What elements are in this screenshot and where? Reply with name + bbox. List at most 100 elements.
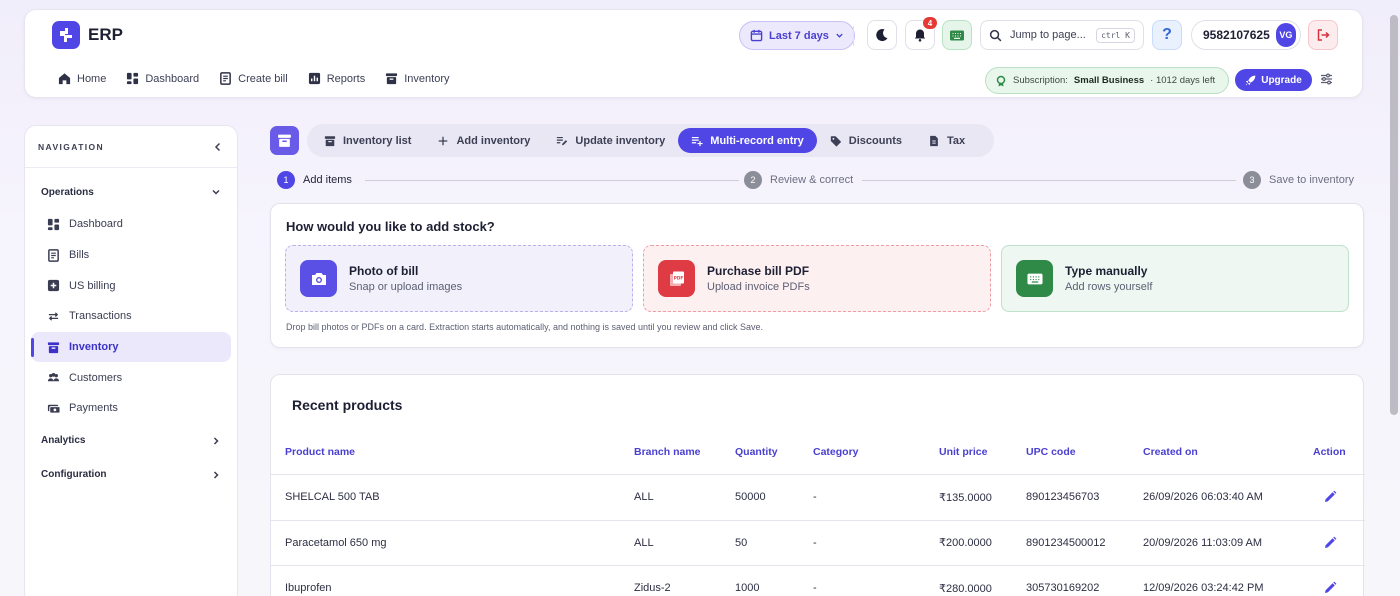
payments-icon (47, 402, 60, 415)
upgrade-button[interactable]: Upgrade (1235, 69, 1312, 91)
upgrade-label: Upgrade (1261, 74, 1302, 86)
step-label: Add items (303, 174, 352, 186)
column-header[interactable]: Quantity (735, 430, 778, 474)
pencil-icon (1322, 489, 1338, 505)
cell-unit-price: ₹280.0000 (939, 582, 992, 595)
sidebar-item-label: US billing (69, 279, 116, 292)
sidebar-title: NAVIGATION (38, 141, 105, 152)
keyboard-icon (1016, 260, 1053, 297)
recent-products-card: Recent products Product name Branch name… (270, 374, 1365, 596)
settings-sliders-icon[interactable] (1320, 73, 1333, 85)
sidebar-item-customers[interactable]: Customers (31, 362, 231, 393)
top-header: ERP Home Dashboard Create bill Reports I… (24, 9, 1363, 98)
help-button[interactable]: ? (1152, 20, 1182, 50)
sidebar-section-configuration[interactable]: Configuration (25, 458, 237, 492)
home-icon (58, 72, 71, 85)
sidebar-item-payments[interactable]: Payments (31, 393, 231, 424)
edit-list-icon (556, 135, 568, 147)
sidebar-section-analytics[interactable]: Analytics (25, 424, 237, 458)
step-number: 1 (277, 171, 295, 189)
tab-discounts[interactable]: Discounts (817, 128, 915, 153)
option-subtitle: Snap or upload images (349, 281, 463, 293)
sidebar-item-us-billing[interactable]: US billing (31, 270, 231, 301)
pencil-icon (1322, 535, 1338, 551)
app-logo[interactable]: ERP (52, 21, 123, 49)
edit-row-button[interactable] (1322, 521, 1338, 566)
nav-home[interactable]: Home (58, 72, 106, 85)
pdf-icon: PDF (658, 260, 695, 297)
notifications-button[interactable]: 4 (905, 17, 937, 50)
photo-of-bill-dropzone[interactable]: Photo of bill Snap or upload images (285, 245, 633, 312)
calendar-icon (750, 29, 763, 42)
table-header-row: Product name Branch name Quantity Catego… (271, 430, 1365, 475)
user-menu[interactable]: 9582107625 VG (1191, 20, 1301, 50)
step-review-correct[interactable]: 2 Review & correct (744, 171, 853, 189)
table-row: Paracetamol 650 mg ALL 50 - ₹200.0000 89… (271, 521, 1365, 566)
plus-box-icon (47, 279, 60, 292)
step-number: 2 (744, 171, 762, 189)
add-stock-hint: Drop bill photos or PDFs on a card. Extr… (286, 322, 764, 332)
subscription-plan: Small Business (1073, 75, 1145, 86)
svg-text:PDF: PDF (673, 275, 683, 280)
nav-create-bill[interactable]: Create bill (219, 72, 288, 85)
column-header[interactable]: Branch name (634, 430, 701, 474)
moon-icon (875, 28, 889, 42)
theme-toggle-button[interactable] (867, 20, 897, 50)
sidebar-item-label: Bills (69, 249, 90, 262)
playlist-add-icon (691, 135, 703, 147)
inventory-icon (385, 72, 398, 85)
collapse-sidebar-icon[interactable] (213, 142, 223, 152)
sidebar-item-label: Inventory (69, 341, 119, 354)
step-save-to-inventory[interactable]: 3 Save to inventory (1243, 171, 1354, 189)
tab-tax[interactable]: Tax (915, 128, 978, 153)
step-connector (862, 180, 1236, 181)
header-divider (853, 26, 854, 46)
table-row: Ibuprofen Zidus-2 1000 - ₹280.0000 30573… (271, 566, 1365, 596)
tab-multi-record-entry[interactable]: Multi-record entry (678, 128, 817, 153)
nav-create-bill-label: Create bill (238, 72, 288, 85)
sidebar-item-dashboard[interactable]: Dashboard (31, 209, 231, 240)
cell-quantity: 50000 (735, 491, 766, 504)
type-manually-option[interactable]: Type manually Add rows yourself (1001, 245, 1349, 312)
sidebar-item-bills[interactable]: Bills (31, 240, 231, 271)
tab-add-inventory[interactable]: Add inventory (424, 128, 543, 153)
edit-row-button[interactable] (1322, 566, 1338, 596)
tab-inventory-list[interactable]: Inventory list (311, 128, 424, 153)
cell-unit-price: ₹135.0000 (939, 491, 992, 504)
dashboard-icon (126, 72, 139, 85)
page-scrollbar[interactable] (1390, 15, 1398, 415)
jump-to-page-search[interactable]: Jump to page... ctrl K (980, 20, 1144, 50)
edit-row-button[interactable] (1322, 475, 1338, 520)
tab-update-inventory[interactable]: Update inventory (543, 128, 678, 153)
column-header[interactable]: Category (813, 430, 859, 474)
sidebar-item-transactions[interactable]: Transactions (31, 301, 231, 332)
nav-dashboard[interactable]: Dashboard (126, 72, 199, 85)
chevron-right-icon (211, 470, 221, 480)
column-header[interactable]: Product name (285, 430, 355, 474)
inventory-icon (324, 135, 336, 147)
column-header[interactable]: Unit price (939, 430, 987, 474)
date-range-selector[interactable]: Last 7 days (739, 21, 855, 50)
cell-product-name: SHELCAL 500 TAB (285, 491, 380, 504)
sidebar-section-operations[interactable]: Operations (25, 175, 237, 209)
purchase-bill-pdf-dropzone[interactable]: PDF Purchase bill PDF Upload invoice PDF… (643, 245, 991, 312)
badge-icon (995, 75, 1007, 87)
column-header[interactable]: UPC code (1026, 430, 1076, 474)
nav-reports[interactable]: Reports (308, 72, 365, 85)
nav-inventory[interactable]: Inventory (385, 72, 449, 85)
sidebar-item-inventory[interactable]: Inventory (31, 331, 231, 363)
cell-upc-code: 8901234500012 (1026, 536, 1106, 549)
cell-product-name: Paracetamol 650 mg (285, 536, 387, 549)
cell-upc-code: 305730169202 (1026, 582, 1100, 595)
option-title: Photo of bill (349, 264, 419, 278)
step-add-items[interactable]: 1 Add items (277, 171, 352, 189)
sidebar-item-label: Dashboard (69, 218, 123, 231)
pencil-icon (1322, 580, 1338, 596)
keyboard-shortcut-button[interactable] (942, 20, 972, 50)
step-label: Save to inventory (1269, 174, 1354, 186)
column-header[interactable]: Created on (1143, 430, 1198, 474)
products-table: Product name Branch name Quantity Catego… (271, 430, 1365, 596)
chevron-right-icon (211, 436, 221, 446)
logout-button[interactable] (1308, 20, 1338, 50)
document-icon (928, 135, 940, 147)
